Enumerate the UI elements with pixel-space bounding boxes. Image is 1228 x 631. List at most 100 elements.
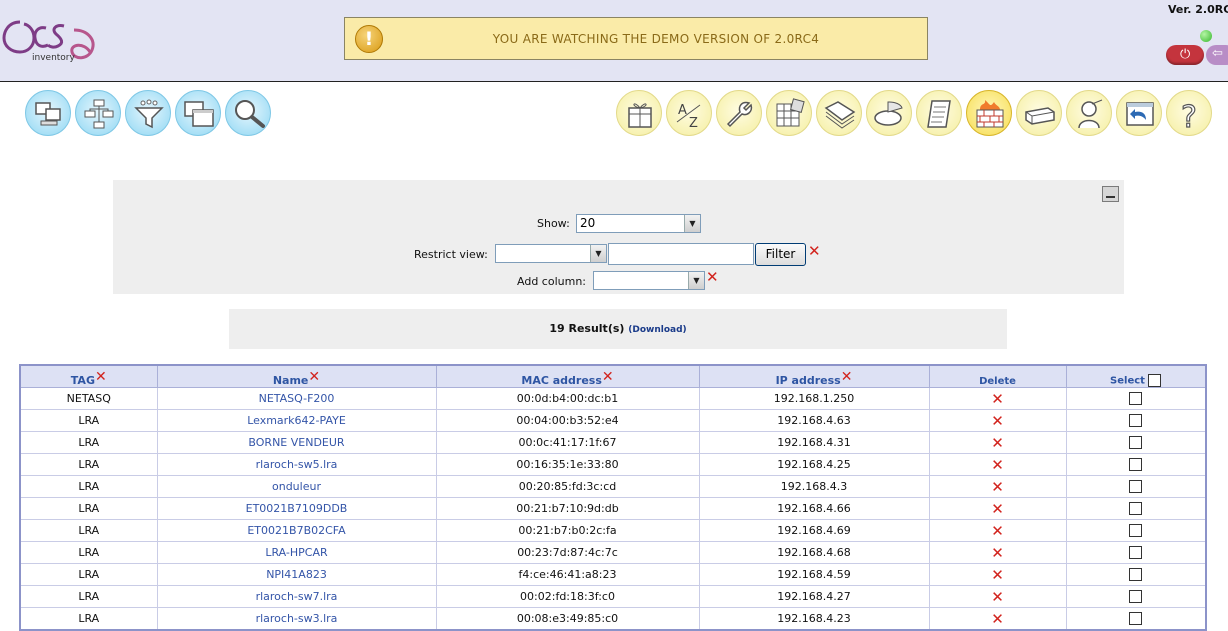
demo-warning-banner: ! YOU ARE WATCHING THE DEMO VERSION OF 2…	[344, 17, 928, 60]
cell-name-link[interactable]: NETASQ-F200	[156, 387, 437, 410]
column-header-ip[interactable]: IP address✕	[698, 364, 930, 388]
cell-name-link[interactable]: ET0021B7B02CFA	[156, 519, 437, 542]
row-select-checkbox[interactable]	[1129, 436, 1143, 450]
restrict-view-label: Restrict view:	[414, 248, 488, 261]
filter-panel: Show: 20 ▼ Restrict view: ▼ Filter ✕ Add…	[113, 180, 1124, 294]
cell-tag: LRA	[19, 497, 158, 520]
back-window-icon[interactable]	[1116, 90, 1162, 136]
cell-select	[1065, 519, 1207, 542]
table-row: LRA onduleur 00:20:85:fd:3c:cd 192.168.4.3 ✕	[19, 475, 1207, 498]
table-row: LRA LRA-HPCAR 00:23:7d:87:4c:7c 192.168.4.6…	[19, 541, 1207, 564]
delete-icon[interactable]: ✕	[928, 431, 1067, 454]
logo-subtext: inventory	[32, 53, 76, 63]
delete-icon[interactable]: ✕	[928, 607, 1067, 631]
remove-column-icon[interactable]: ✕	[841, 369, 853, 385]
filter-funnel-icon[interactable]	[125, 90, 171, 136]
delete-icon[interactable]: ✕	[928, 563, 1067, 586]
add-column-label: Add column:	[517, 275, 586, 288]
delete-icon[interactable]: ✕	[928, 541, 1067, 564]
column-header-mac[interactable]: MAC address✕	[435, 364, 700, 388]
cell-name-link[interactable]: rlaroch-sw5.lra	[156, 453, 437, 476]
row-select-checkbox[interactable]	[1129, 568, 1143, 582]
collapse-button[interactable]	[1102, 186, 1119, 202]
cell-select	[1065, 607, 1207, 631]
remove-column-icon[interactable]: ✕	[95, 369, 107, 385]
cell-mac: 00:04:00:b3:52:e4	[435, 409, 700, 432]
cell-tag: LRA	[19, 519, 158, 542]
cell-name-link[interactable]: onduleur	[156, 475, 437, 498]
devices-table: TAG✕ Name✕ MAC address✕ IP address✕ Dele…	[19, 364, 1207, 631]
cell-select	[1065, 453, 1207, 476]
cell-ip: 192.168.4.25	[698, 453, 930, 476]
wrench-icon[interactable]	[716, 90, 762, 136]
cell-mac: 00:20:85:fd:3c:cd	[435, 475, 700, 498]
remove-column-icon[interactable]: ✕	[308, 369, 320, 385]
cell-name-link[interactable]: rlaroch-sw7.lra	[156, 585, 437, 608]
cell-mac: 00:16:35:1e:33:80	[435, 453, 700, 476]
multi-windows-icon[interactable]	[175, 90, 221, 136]
row-select-checkbox[interactable]	[1129, 458, 1143, 472]
power-button[interactable]: ⏻	[1166, 45, 1204, 65]
cell-name-link[interactable]: rlaroch-sw3.lra	[156, 607, 437, 631]
package-gift-icon[interactable]	[616, 90, 662, 136]
cell-tag: LRA	[19, 541, 158, 564]
notes-icon[interactable]	[916, 90, 962, 136]
cell-mac: 00:08:e3:49:85:c0	[435, 607, 700, 631]
filter-button[interactable]: Filter	[755, 243, 806, 266]
row-select-checkbox[interactable]	[1129, 502, 1143, 516]
delete-icon[interactable]: ✕	[928, 475, 1067, 498]
remove-column-icon[interactable]: ✕	[602, 369, 614, 385]
chevron-down-icon: ▼	[684, 215, 700, 232]
sort-az-icon[interactable]: AZ	[666, 90, 712, 136]
stats-pie-icon[interactable]	[866, 90, 912, 136]
column-header-name[interactable]: Name✕	[156, 364, 437, 388]
user-help-icon[interactable]	[1066, 90, 1112, 136]
help-question-icon[interactable]: ?	[1166, 90, 1212, 136]
clear-filter-icon[interactable]: ✕	[808, 244, 821, 259]
registry-grid-icon[interactable]	[766, 90, 812, 136]
row-select-checkbox[interactable]	[1129, 524, 1143, 538]
row-select-checkbox[interactable]	[1129, 392, 1143, 406]
add-column-select[interactable]: ▼	[593, 271, 705, 290]
row-select-checkbox[interactable]	[1129, 590, 1143, 604]
network-card-icon[interactable]	[1016, 90, 1062, 136]
delete-icon[interactable]: ✕	[928, 387, 1067, 410]
cell-name-link[interactable]: NPI41A823	[156, 563, 437, 586]
restrict-text-input[interactable]	[608, 243, 754, 265]
restrict-field-select[interactable]: ▼	[495, 244, 607, 263]
documents-icon[interactable]	[816, 90, 862, 136]
cell-select	[1065, 497, 1207, 520]
cell-ip: 192.168.4.23	[698, 607, 930, 631]
firewall-icon[interactable]	[966, 90, 1012, 136]
cell-select	[1065, 475, 1207, 498]
delete-icon[interactable]: ✕	[928, 519, 1067, 542]
table-row: LRA rlaroch-sw3.lra 00:08:e3:49:85:c0 192.1…	[19, 607, 1207, 631]
row-select-checkbox[interactable]	[1129, 414, 1143, 428]
cell-ip: 192.168.4.66	[698, 497, 930, 520]
table-body: NETASQ NETASQ-F200 00:0d:b4:00:dc:b1 192.16…	[19, 387, 1207, 631]
table-row: LRA ET0021B7109DDB 00:21:b7:10:9d:db 192.16…	[19, 497, 1207, 520]
ocs-logo[interactable]: inventory	[2, 8, 102, 68]
cell-name-link[interactable]: BORNE VENDEUR	[156, 431, 437, 454]
select-all-checkbox[interactable]	[1148, 374, 1162, 387]
show-select[interactable]: 20 ▼	[576, 214, 701, 233]
delete-icon[interactable]: ✕	[928, 585, 1067, 608]
search-icon[interactable]	[225, 90, 271, 136]
column-header-tag[interactable]: TAG✕	[19, 364, 158, 388]
computers-icon[interactable]	[25, 90, 71, 136]
clear-column-icon[interactable]: ✕	[706, 270, 719, 285]
row-select-checkbox[interactable]	[1129, 612, 1143, 626]
row-select-checkbox[interactable]	[1129, 546, 1143, 560]
table-row: LRA BORNE VENDEUR 00:0c:41:17:1f:67 192.168…	[19, 431, 1207, 454]
cell-name-link[interactable]: LRA-HPCAR	[156, 541, 437, 564]
delete-icon[interactable]: ✕	[928, 409, 1067, 432]
delete-icon[interactable]: ✕	[928, 453, 1067, 476]
table-row: NETASQ NETASQ-F200 00:0d:b4:00:dc:b1 192.16…	[19, 387, 1207, 410]
row-select-checkbox[interactable]	[1129, 480, 1143, 494]
network-tree-icon[interactable]	[75, 90, 121, 136]
delete-icon[interactable]: ✕	[928, 497, 1067, 520]
cell-name-link[interactable]: Lexmark642-PAYE	[156, 409, 437, 432]
download-link[interactable]: (Download)	[628, 325, 686, 335]
logout-button[interactable]: ⇦	[1206, 45, 1228, 65]
cell-name-link[interactable]: ET0021B7109DDB	[156, 497, 437, 520]
